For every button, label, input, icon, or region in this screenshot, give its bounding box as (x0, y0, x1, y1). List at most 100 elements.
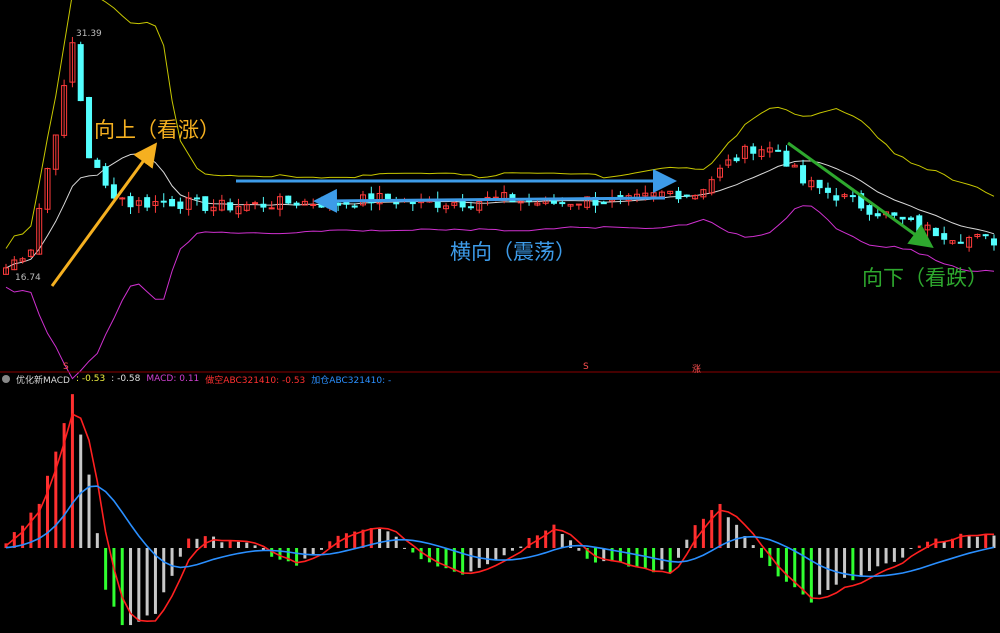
annotation-sideways: 横向（震荡） (450, 240, 576, 264)
lower-band-line (5, 205, 995, 380)
macd-value-2: : -0.58 (111, 374, 141, 384)
macd-histogram-bar (834, 548, 838, 585)
macd-histogram-bar (378, 528, 382, 548)
candle-body (559, 202, 566, 205)
candle-body (575, 203, 582, 206)
macd-histogram-bar (120, 548, 124, 626)
macd-histogram-bar (701, 518, 705, 548)
macd-histogram-bar (403, 547, 407, 549)
candle-body (343, 201, 350, 205)
macd-histogram-bar (577, 548, 581, 551)
indicator-toggle-icon[interactable] (2, 375, 10, 383)
macd-histogram-bar (884, 548, 888, 564)
candle-body (260, 203, 267, 208)
candle-body (293, 202, 300, 206)
macd-histogram-bar (195, 538, 199, 548)
macd-histogram-bar (892, 548, 896, 562)
candle-body (907, 217, 914, 220)
high-price-label: 31.39 (76, 29, 102, 39)
macd-histogram-bar (876, 548, 880, 567)
macd-histogram-bar (677, 548, 681, 558)
candle-body (169, 199, 176, 207)
candle-body (891, 212, 898, 216)
macd-histogram-bar (502, 548, 506, 556)
macd-histogram-bar (967, 535, 971, 548)
candle-body (119, 197, 126, 200)
candle-body (110, 184, 117, 199)
candle-body (202, 196, 209, 211)
candle-body (783, 150, 790, 167)
macd-buy-value: 加仓ABC321410: - (311, 375, 392, 386)
candle-body (916, 215, 923, 232)
macd-histogram-bar (427, 548, 431, 563)
macd-histogram-bar (984, 534, 988, 548)
low-price-label: 16.74 (15, 273, 41, 283)
candle-body (144, 197, 151, 208)
candle-body (285, 195, 292, 204)
rise-marker: 涨 (692, 365, 702, 375)
macd-histogram-bar (469, 548, 473, 572)
macd-histogram-bar (145, 548, 149, 616)
candle-body (775, 149, 782, 152)
candle-body (252, 202, 259, 205)
candle-body (335, 202, 342, 206)
macd-histogram-bar (220, 542, 224, 548)
candle-body (849, 195, 856, 198)
macd-histogram-bar (137, 548, 141, 622)
macd-histogram-bar (510, 548, 514, 551)
macd-histogram-bar (685, 539, 689, 548)
macd-histogram-bar (552, 524, 556, 548)
candle-body (683, 194, 690, 197)
candle-body (816, 179, 823, 189)
macd-histogram-bar (153, 548, 157, 614)
indicator-name[interactable]: 优化新MACD (16, 373, 70, 386)
macd-histogram-bar (710, 510, 714, 548)
macd-histogram-bar (818, 548, 822, 595)
candle-body (866, 205, 873, 215)
macd-histogram-bar (519, 546, 523, 548)
macd-histogram-bar (975, 536, 979, 548)
macd-histogram-bar (859, 548, 863, 577)
candle-body (160, 200, 167, 203)
macd-histogram-bar (253, 545, 257, 548)
macd-histogram-bar (461, 548, 465, 575)
macd-histogram-bar (784, 548, 788, 582)
candle-body (800, 165, 807, 184)
candle-body (675, 190, 682, 200)
candle-body (600, 201, 607, 205)
candle-body (874, 213, 881, 217)
candle-body (833, 195, 840, 201)
candle-body (77, 44, 84, 102)
candle-body (733, 157, 740, 162)
candle-body (617, 195, 624, 198)
macd-histogram-bar (319, 548, 323, 550)
macd-histogram-bar (386, 531, 390, 548)
candle-body (409, 200, 416, 205)
macd-histogram-bar (212, 536, 216, 548)
candle-body (982, 234, 989, 237)
macd-sell-value: 做空ABC321410: -0.53 (205, 375, 306, 386)
annotation-uptrend: 向上（看涨） (94, 118, 220, 142)
candle-body (393, 202, 400, 205)
sell-marker: S (583, 362, 589, 372)
macd-histogram-bar (494, 548, 498, 561)
candlestick-chart (0, 0, 1000, 626)
macd-histogram-bar (660, 548, 664, 570)
macd-histogram-bar (618, 548, 622, 563)
macd-histogram-bar (112, 548, 116, 607)
macd-histogram-bar (311, 548, 315, 555)
candle-body (227, 202, 234, 211)
candle-body (957, 241, 964, 244)
macd-histogram-bar (236, 541, 240, 548)
macd-histogram-bar (901, 548, 905, 558)
macd-histogram-bar (735, 524, 739, 548)
candle-body (991, 238, 997, 246)
candle-body (932, 227, 939, 237)
macd-histogram-bar (909, 548, 913, 549)
macd-histogram-bar (303, 548, 307, 559)
candle-body (941, 233, 948, 240)
macd-histogram-bar (992, 535, 996, 548)
macd-histogram-bar (486, 548, 490, 565)
macd-histogram-bar (46, 475, 50, 548)
macd-histogram-bar (776, 548, 780, 577)
